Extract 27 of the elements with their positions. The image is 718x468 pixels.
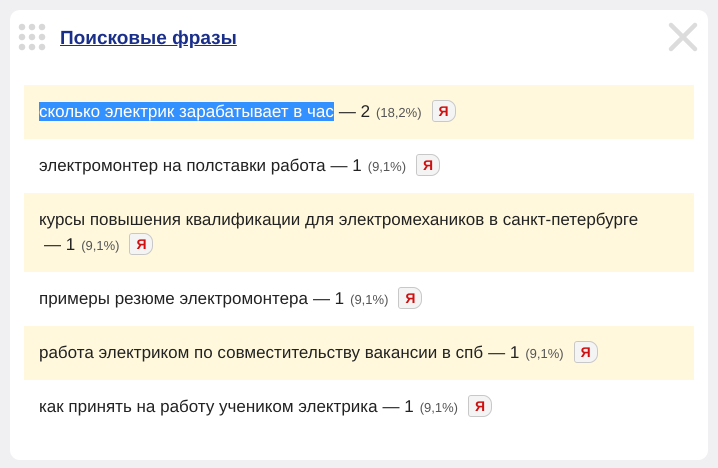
phrase-count: — 1 xyxy=(44,235,76,254)
phrase-count: — 1 xyxy=(382,397,414,416)
phrase-share: (9,1%) xyxy=(350,292,388,307)
phrase-share: (9,1%) xyxy=(525,346,564,361)
phrase-share: (9,1%) xyxy=(81,238,120,253)
search-engine-badge[interactable]: Я xyxy=(468,394,492,417)
search-engine-badge[interactable]: Я xyxy=(432,100,456,122)
panel-title[interactable]: Поисковые фразы xyxy=(60,28,237,48)
phrase-count: — 1 xyxy=(312,289,344,308)
phrase-count: — 2 xyxy=(338,102,370,121)
phrase-text[interactable]: примеры резюме электромонтера xyxy=(39,289,308,308)
drag-handle-icon[interactable] xyxy=(18,23,48,53)
phrase-text[interactable]: сколько электрик зарабатывает в час xyxy=(39,102,334,121)
phrase-share: (9,1%) xyxy=(420,400,458,415)
phrase-share: (9,1%) xyxy=(368,159,406,174)
phrase-text[interactable]: электромонтер на полставки работа xyxy=(39,156,326,175)
phrase-text[interactable]: курсы повышения квалификации для электромехаников в санкт-петербурге xyxy=(39,210,638,229)
phrase-count: — 1 xyxy=(330,156,362,175)
phrase-share: (18,2%) xyxy=(376,105,422,120)
search-engine-badge[interactable]: Я xyxy=(129,232,154,255)
search-engine-badge[interactable]: Я xyxy=(416,154,440,176)
phrase-text[interactable]: как принять на работу учеником электрика xyxy=(39,397,378,416)
search-engine-badge[interactable]: Я xyxy=(574,340,598,363)
search-engine-badge[interactable]: Я xyxy=(398,286,422,309)
phrase-count: — 1 xyxy=(488,343,520,362)
close-icon[interactable] xyxy=(668,22,698,52)
phrase-text[interactable]: работа электриком по совместительству вакансии в спб xyxy=(39,343,484,362)
